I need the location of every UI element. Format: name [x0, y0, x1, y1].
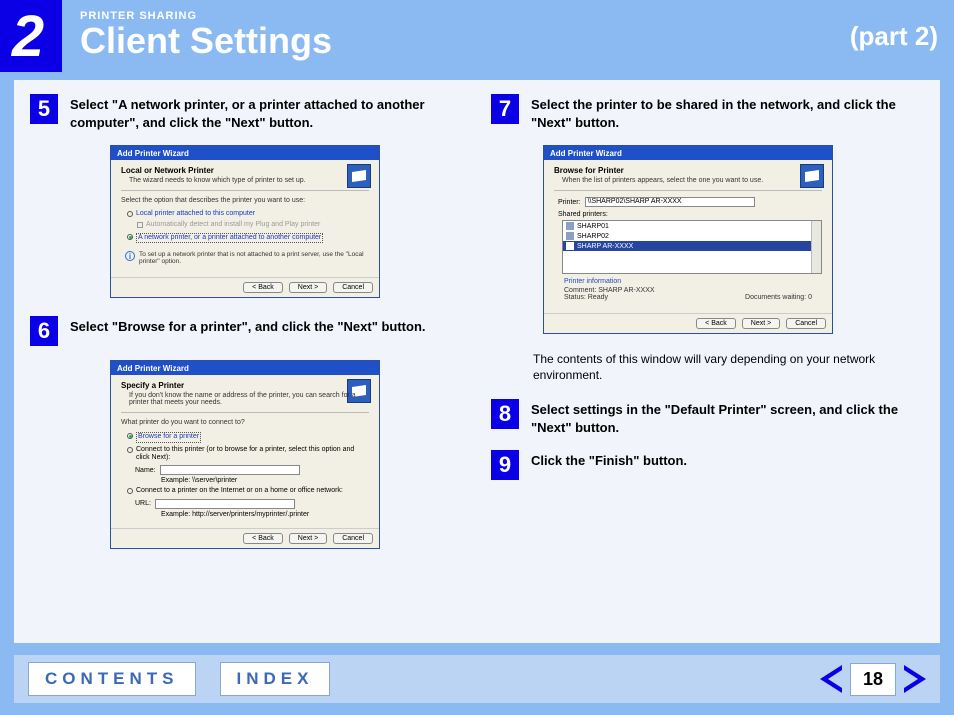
option-internet-printer[interactable]: Connect to a printer on the Internet or … [127, 487, 369, 495]
chapter-number: 2 [0, 0, 62, 72]
option-local-printer[interactable]: Local printer attached to this computer [127, 210, 369, 218]
list-item-label: SHARP02 [577, 233, 609, 240]
list-item[interactable]: SHARP01 [563, 221, 821, 231]
url-input[interactable] [155, 499, 295, 509]
list-item-label: SHARP01 [577, 223, 609, 230]
option-label: Automatically detect and install my Plug… [146, 221, 320, 229]
wizard-button-row: < Back Next > Cancel [111, 277, 379, 297]
next-button[interactable]: Next > [289, 282, 327, 293]
info-value: Ready [588, 294, 608, 301]
list-item[interactable]: SHARP02 [563, 231, 821, 241]
back-button[interactable]: < Back [243, 533, 283, 544]
page-header: 2 PRINTER SHARING Client Settings (part … [0, 0, 954, 72]
computer-icon [566, 232, 574, 240]
info-label: Status: [564, 294, 586, 301]
content-area: 5 Select "A network printer, or a printe… [14, 80, 940, 643]
printer-info-heading: Printer information [564, 278, 812, 285]
step-9: 9 Click the "Finish" button. [491, 450, 924, 480]
wizard-heading: Local or Network Printer [121, 166, 369, 175]
wizard-screenshot-c: Add Printer Wizard Browse for Printer Wh… [543, 145, 833, 334]
step-5: 5 Select "A network printer, or a printe… [30, 94, 463, 131]
right-column: 7 Select the printer to be shared in the… [491, 94, 924, 629]
step-text: Select settings in the "Default Printer"… [531, 399, 924, 436]
part-label: (part 2) [850, 21, 954, 52]
option-autodetect[interactable]: Automatically detect and install my Plug… [137, 221, 369, 229]
computer-icon [566, 222, 574, 230]
step-number: 7 [491, 94, 519, 124]
info-value: SHARP AR-XXXX [598, 287, 654, 294]
next-button[interactable]: Next > [742, 318, 780, 329]
next-page-button[interactable] [904, 665, 926, 693]
next-button[interactable]: Next > [289, 533, 327, 544]
environment-note: The contents of this window will vary de… [533, 352, 924, 383]
wizard-titlebar: Add Printer Wizard [111, 146, 379, 160]
wizard-titlebar: Add Printer Wizard [544, 146, 832, 160]
wizard-button-row: < Back Next > Cancel [111, 528, 379, 548]
option-label: Local printer attached to this computer [136, 210, 255, 218]
option-label: Browse for a printer [136, 432, 201, 442]
printer-info-panel: Printer information Comment: SHARP AR-XX… [564, 278, 812, 301]
wizard-screenshot-b: Add Printer Wizard Specify a Printer If … [110, 360, 380, 549]
info-label: Documents waiting: [745, 294, 806, 301]
printer-icon [566, 242, 574, 250]
wizard-button-row: < Back Next > Cancel [544, 313, 832, 333]
shared-printers-label: Shared printers: [558, 211, 822, 218]
scrollbar[interactable] [811, 221, 821, 273]
printer-field-label: Printer: [558, 199, 581, 206]
wizard-prompt: Select the option that describes the pri… [121, 197, 369, 204]
name-label: Name: [135, 467, 156, 474]
wizard-heading: Specify a Printer [121, 381, 369, 390]
info-text: To set up a network printer that is not … [139, 251, 369, 265]
list-item-label: SHARP AR-XXXX [577, 243, 633, 250]
left-column: 5 Select "A network printer, or a printe… [30, 94, 463, 629]
info-icon: i [125, 251, 135, 261]
wizard-prompt: What printer do you want to connect to? [121, 419, 369, 426]
printer-field[interactable]: \\SHARP02\SHARP AR-XXXX [585, 197, 755, 207]
wizard-subtext: If you don't know the name or address of… [129, 392, 369, 406]
step-text: Click the "Finish" button. [531, 450, 687, 480]
prev-page-button[interactable] [820, 665, 842, 693]
index-button[interactable]: INDEX [220, 662, 331, 696]
wizard-info-note: i To set up a network printer that is no… [125, 251, 369, 265]
step-text: Select "A network printer, or a printer … [70, 94, 463, 131]
wizard-titlebar: Add Printer Wizard [111, 361, 379, 375]
url-example: Example: http://server/printers/myprinte… [161, 511, 309, 518]
step-number: 8 [491, 399, 519, 429]
option-label: A network printer, or a printer attached… [136, 233, 323, 243]
page-title: Client Settings [80, 20, 850, 62]
step-6: 6 Select "Browse for a printer", and cli… [30, 316, 463, 346]
page-number: 18 [850, 663, 896, 696]
step-text: Select the printer to be shared in the n… [531, 94, 924, 131]
cancel-button[interactable]: Cancel [333, 282, 373, 293]
cancel-button[interactable]: Cancel [333, 533, 373, 544]
back-button[interactable]: < Back [243, 282, 283, 293]
shared-printers-list[interactable]: SHARP01 SHARP02 SHARP AR-XXXX [562, 220, 822, 274]
step-8: 8 Select settings in the "Default Printe… [491, 399, 924, 436]
cancel-button[interactable]: Cancel [786, 318, 826, 329]
wizard-screenshot-a: Add Printer Wizard Local or Network Prin… [110, 145, 380, 298]
step-number: 5 [30, 94, 58, 124]
option-browse-printer[interactable]: Browse for a printer [127, 432, 369, 442]
option-label: Connect to a printer on the Internet or … [136, 487, 343, 495]
list-item[interactable]: SHARP AR-XXXX [563, 241, 821, 251]
info-label: Comment: [564, 287, 596, 294]
step-7: 7 Select the printer to be shared in the… [491, 94, 924, 131]
name-input[interactable] [160, 465, 300, 475]
name-example: Example: \\server\printer [161, 477, 237, 484]
wizard-subtext: The wizard needs to know which type of p… [129, 177, 369, 184]
header-text: PRINTER SHARING Client Settings [62, 0, 850, 72]
option-label: Connect to this printer (or to browse fo… [136, 446, 369, 463]
option-connect-printer[interactable]: Connect to this printer (or to browse fo… [127, 446, 369, 463]
footer-bar: CONTENTS INDEX 18 [14, 655, 940, 703]
url-label: URL: [135, 500, 151, 507]
wizard-heading: Browse for Printer [554, 166, 822, 175]
step-number: 6 [30, 316, 58, 346]
step-number: 9 [491, 450, 519, 480]
contents-button[interactable]: CONTENTS [28, 662, 196, 696]
back-button[interactable]: < Back [696, 318, 736, 329]
step-text: Select "Browse for a printer", and click… [70, 316, 426, 346]
info-value: 0 [808, 294, 812, 301]
wizard-subtext: When the list of printers appears, selec… [562, 177, 822, 184]
option-network-printer[interactable]: A network printer, or a printer attached… [127, 233, 369, 243]
